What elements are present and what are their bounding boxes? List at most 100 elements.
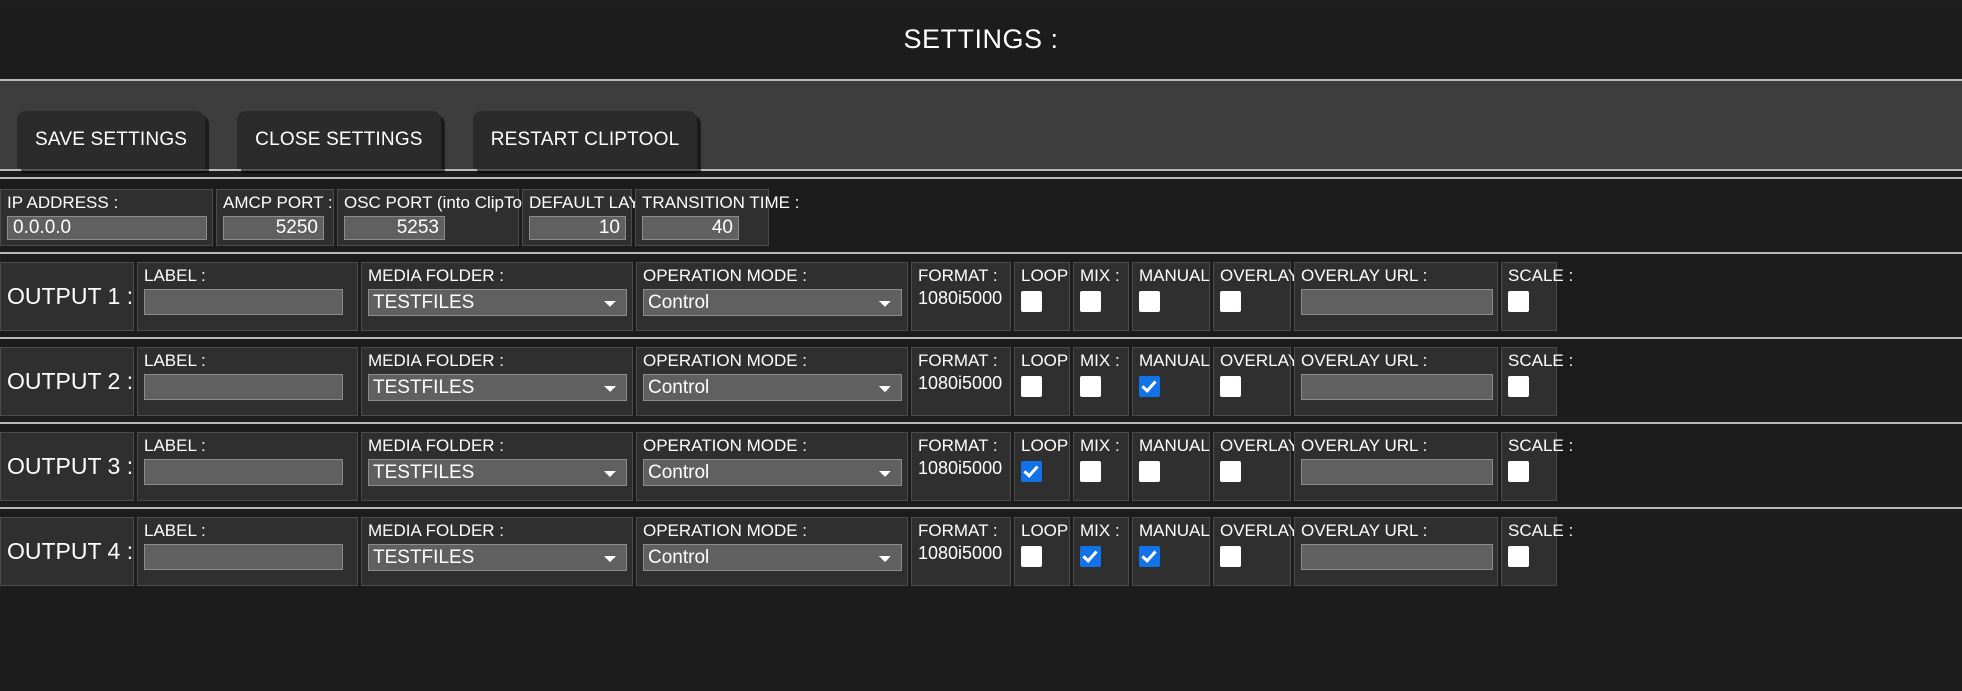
operation-mode-cell: OPERATION MODE : Control <box>636 262 908 331</box>
format-value: 1080i5000 <box>918 543 1003 563</box>
overlay-cell: OVERLAY : <box>1213 262 1308 331</box>
manual-checkbox[interactable] <box>1139 376 1160 397</box>
format-cell: FORMAT : 1080i5000 <box>911 347 1011 416</box>
mix-checkbox[interactable] <box>1080 546 1101 567</box>
overlay-url-caption: OVERLAY URL : <box>1301 351 1428 370</box>
ip-address-cell: IP ADDRESS : <box>0 189 213 246</box>
media-folder-cell: MEDIA FOLDER : TESTFILES <box>361 517 633 586</box>
loop-checkbox[interactable] <box>1021 291 1042 312</box>
overlay-checkbox[interactable] <box>1220 461 1241 482</box>
loop-checkbox[interactable] <box>1021 546 1042 567</box>
scale-checkbox[interactable] <box>1508 376 1529 397</box>
output-name-label: OUTPUT 1 : <box>7 282 134 309</box>
media-folder-caption: MEDIA FOLDER : <box>368 266 505 285</box>
scale-label: SCALE : <box>1508 436 1574 455</box>
media-folder-select[interactable]: TESTFILES <box>368 544 627 571</box>
output-row: OUTPUT 4 : LABEL : MEDIA FOLDER : TESTFILES… <box>0 517 1962 586</box>
loop-checkbox[interactable] <box>1021 461 1042 482</box>
output-label-caption: LABEL : <box>144 266 206 285</box>
manual-cell: MANUAL : <box>1132 347 1219 416</box>
loop-label: LOOP : <box>1021 266 1078 285</box>
output-row: OUTPUT 3 : LABEL : MEDIA FOLDER : TESTFILES… <box>0 432 1962 501</box>
output-label-cell: LABEL : <box>137 347 358 416</box>
mix-label: MIX : <box>1080 521 1120 540</box>
manual-label: MANUAL : <box>1139 351 1219 370</box>
mix-checkbox[interactable] <box>1080 376 1101 397</box>
scale-label: SCALE : <box>1508 521 1574 540</box>
output-name-cell: OUTPUT 2 : <box>0 347 134 416</box>
output-label-caption: LABEL : <box>144 351 206 370</box>
media-folder-cell: MEDIA FOLDER : TESTFILES <box>361 262 633 331</box>
manual-checkbox[interactable] <box>1139 546 1160 567</box>
amcp-port-cell: AMCP PORT : <box>216 189 334 246</box>
overlay-checkbox[interactable] <box>1220 546 1241 567</box>
overlay-url-cell: OVERLAY URL : <box>1294 347 1498 416</box>
scale-cell: SCALE : <box>1501 432 1574 501</box>
output-row: OUTPUT 1 : LABEL : MEDIA FOLDER : TESTFILES… <box>0 262 1962 331</box>
overlay-url-cell: OVERLAY URL : <box>1294 262 1498 331</box>
manual-checkbox[interactable] <box>1139 461 1160 482</box>
loop-checkbox[interactable] <box>1021 376 1042 397</box>
overlay-url-caption: OVERLAY URL : <box>1301 521 1428 540</box>
output-label-input[interactable] <box>144 459 343 485</box>
output-name-cell: OUTPUT 3 : <box>0 432 134 501</box>
overlay-url-caption: OVERLAY URL : <box>1301 266 1428 285</box>
amcp-port-label: AMCP PORT : <box>223 193 333 212</box>
mix-cell: MIX : <box>1073 432 1129 501</box>
osc-port-label: OSC PORT (into ClipTool) : <box>344 193 551 212</box>
transition-time-input[interactable] <box>642 216 739 240</box>
overlay-url-cell: OVERLAY URL : <box>1294 517 1498 586</box>
overlay-url-input[interactable] <box>1301 459 1493 485</box>
ip-address-input[interactable] <box>7 216 207 240</box>
media-folder-caption: MEDIA FOLDER : <box>368 351 505 370</box>
output-label-input[interactable] <box>144 544 343 570</box>
mix-cell: MIX : <box>1073 262 1129 331</box>
operation-mode-cell: OPERATION MODE : Control <box>636 347 908 416</box>
default-layer-input[interactable] <box>529 216 626 240</box>
output-name-cell: OUTPUT 4 : <box>0 517 134 586</box>
scale-checkbox[interactable] <box>1508 546 1529 567</box>
media-folder-caption: MEDIA FOLDER : <box>368 521 505 540</box>
osc-port-input[interactable] <box>344 216 445 240</box>
operation-mode-select[interactable]: Control <box>643 544 902 571</box>
output-label-cell: LABEL : <box>137 517 358 586</box>
amcp-port-input[interactable] <box>223 216 324 240</box>
operation-mode-select[interactable]: Control <box>643 459 902 486</box>
overlay-url-input[interactable] <box>1301 544 1493 570</box>
save-settings-button[interactable]: SAVE SETTINGS <box>17 111 206 169</box>
close-settings-button[interactable]: CLOSE SETTINGS <box>237 111 441 169</box>
mix-checkbox[interactable] <box>1080 291 1101 312</box>
output-name-label: OUTPUT 3 : <box>7 452 134 479</box>
overlay-checkbox[interactable] <box>1220 291 1241 312</box>
format-value: 1080i5000 <box>918 458 1003 478</box>
scale-checkbox[interactable] <box>1508 461 1529 482</box>
scale-cell: SCALE : <box>1501 262 1573 331</box>
osc-port-cell: OSC PORT (into ClipTool) : <box>337 189 551 246</box>
output-label-caption: LABEL : <box>144 521 206 540</box>
operation-mode-cell: OPERATION MODE : Control <box>636 432 908 501</box>
operation-mode-caption: OPERATION MODE : <box>643 266 808 285</box>
media-folder-select[interactable]: TESTFILES <box>368 289 627 316</box>
mix-checkbox[interactable] <box>1080 461 1101 482</box>
media-folder-select[interactable]: TESTFILES <box>368 459 627 486</box>
output-label-input[interactable] <box>144 289 343 315</box>
operation-mode-select[interactable]: Control <box>643 374 902 401</box>
scale-checkbox[interactable] <box>1508 291 1529 312</box>
overlay-label: OVERLAY : <box>1220 351 1309 370</box>
mix-cell: MIX : <box>1073 517 1129 586</box>
manual-checkbox[interactable] <box>1139 291 1160 312</box>
overlay-cell: OVERLAY : <box>1213 347 1309 416</box>
output-row-separator <box>0 424 1962 432</box>
manual-label: MANUAL : <box>1139 521 1219 540</box>
output-label-input[interactable] <box>144 374 343 400</box>
media-folder-select[interactable]: TESTFILES <box>368 374 627 401</box>
network-settings-row: IP ADDRESS : AMCP PORT : OSC PORT (into … <box>0 189 1962 246</box>
loop-label: LOOP : <box>1021 351 1078 370</box>
overlay-checkbox[interactable] <box>1220 376 1241 397</box>
overlay-url-input[interactable] <box>1301 374 1493 400</box>
restart-cliptool-button[interactable]: RESTART CLIPTOOL <box>472 111 698 169</box>
scale-cell: SCALE : <box>1501 517 1574 586</box>
operation-mode-select[interactable]: Control <box>643 289 902 316</box>
loop-cell: LOOP : <box>1014 347 1078 416</box>
overlay-url-input[interactable] <box>1301 289 1493 315</box>
